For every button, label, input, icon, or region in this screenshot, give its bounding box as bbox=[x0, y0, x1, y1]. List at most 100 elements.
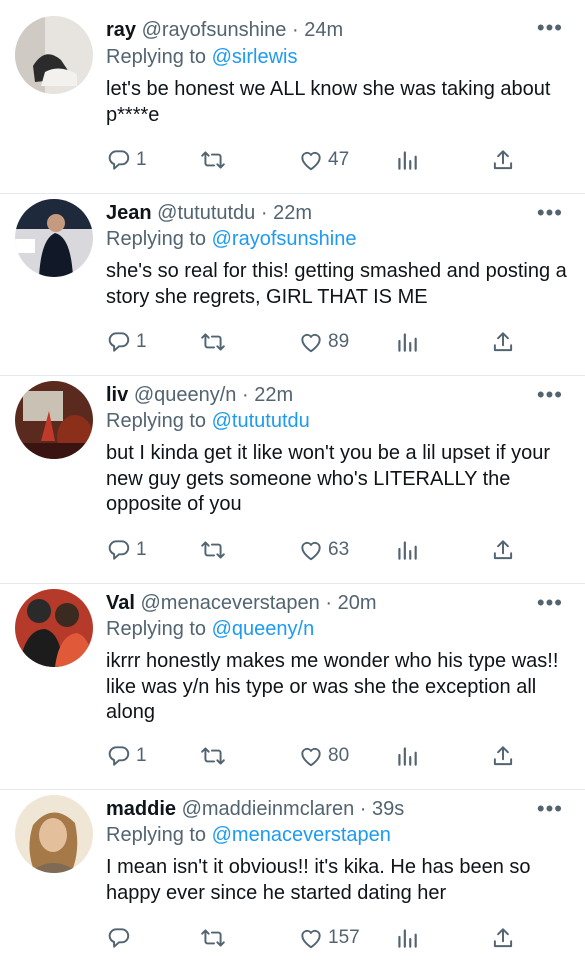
like-icon bbox=[298, 537, 324, 563]
like-button[interactable]: 47 bbox=[298, 146, 349, 174]
like-count: 157 bbox=[328, 927, 360, 948]
share-button[interactable] bbox=[490, 924, 516, 952]
more-icon[interactable]: ••• bbox=[537, 17, 563, 39]
separator-dot: · bbox=[241, 384, 249, 406]
display-name[interactable]: ray bbox=[106, 19, 136, 41]
like-count: 63 bbox=[328, 539, 350, 560]
share-button[interactable] bbox=[490, 536, 516, 564]
tweet[interactable]: liv @queeny/n · 22m ••• Replying to @tut… bbox=[0, 376, 585, 584]
like-count: 80 bbox=[328, 745, 350, 766]
stats-icon bbox=[394, 925, 420, 951]
tweet-actions: 1 63 bbox=[106, 536, 526, 564]
share-icon bbox=[490, 537, 516, 563]
reply-count: 1 bbox=[136, 539, 147, 560]
mention-link[interactable]: @menaceverstapen bbox=[212, 824, 391, 846]
retweet-button[interactable] bbox=[200, 924, 226, 952]
share-button[interactable] bbox=[490, 742, 516, 770]
more-icon[interactable]: ••• bbox=[537, 798, 563, 820]
separator-dot: · bbox=[325, 592, 333, 614]
reply-button[interactable]: 1 bbox=[106, 742, 147, 770]
retweet-icon bbox=[200, 743, 226, 769]
share-button[interactable] bbox=[490, 146, 516, 174]
tweet[interactable]: maddie @maddieinmclaren · 39s ••• Replyi… bbox=[0, 790, 585, 960]
tweet-actions: 1 89 bbox=[106, 328, 526, 356]
retweet-button[interactable] bbox=[200, 328, 226, 356]
replying-to-label: Replying to bbox=[106, 824, 207, 846]
reply-icon bbox=[106, 925, 132, 951]
display-name[interactable]: liv bbox=[106, 384, 128, 406]
timestamp[interactable]: 39s bbox=[372, 798, 404, 820]
retweet-button[interactable] bbox=[200, 536, 226, 564]
more-icon[interactable]: ••• bbox=[537, 202, 563, 224]
avatar[interactable] bbox=[15, 199, 93, 277]
like-button[interactable]: 89 bbox=[298, 328, 349, 356]
separator-dot: · bbox=[291, 19, 299, 41]
display-name[interactable]: Jean bbox=[106, 202, 152, 224]
share-icon bbox=[490, 925, 516, 951]
like-count: 47 bbox=[328, 149, 350, 170]
reply-button[interactable]: 1 bbox=[106, 328, 147, 356]
tweet[interactable]: Val @menaceverstapen · 20m ••• Replying … bbox=[0, 584, 585, 790]
avatar[interactable] bbox=[15, 16, 93, 94]
like-button[interactable]: 63 bbox=[298, 536, 349, 564]
user-handle[interactable]: @menaceverstapen bbox=[140, 592, 319, 614]
like-icon bbox=[298, 329, 324, 355]
reply-icon bbox=[106, 147, 132, 173]
user-handle[interactable]: @tutututdu bbox=[157, 202, 255, 224]
more-icon[interactable]: ••• bbox=[537, 384, 563, 406]
mention-link[interactable]: @queeny/n bbox=[212, 618, 315, 640]
timestamp[interactable]: 22m bbox=[254, 384, 293, 406]
reply-count: 1 bbox=[136, 331, 147, 352]
replying-to-label: Replying to bbox=[106, 618, 207, 640]
timestamp[interactable]: 22m bbox=[273, 202, 312, 224]
reply-icon bbox=[106, 743, 132, 769]
display-name[interactable]: maddie bbox=[106, 798, 176, 820]
retweet-button[interactable] bbox=[200, 742, 226, 770]
reply-icon bbox=[106, 537, 132, 563]
reply-button[interactable] bbox=[106, 924, 136, 952]
retweet-icon bbox=[200, 147, 226, 173]
reply-button[interactable]: 1 bbox=[106, 146, 147, 174]
mention-link[interactable]: @tutututdu bbox=[212, 410, 310, 432]
tweet-header: Val @menaceverstapen · 20m bbox=[106, 590, 376, 616]
avatar[interactable] bbox=[15, 381, 93, 459]
tweet[interactable]: ray @rayofsunshine · 24m ••• Replying to… bbox=[0, 0, 585, 194]
user-handle[interactable]: @rayofsunshine bbox=[142, 19, 287, 41]
retweet-button[interactable] bbox=[200, 146, 226, 174]
retweet-icon bbox=[200, 329, 226, 355]
timestamp[interactable]: 24m bbox=[304, 19, 343, 41]
reply-count: 1 bbox=[136, 745, 147, 766]
user-handle[interactable]: @queeny/n bbox=[134, 384, 237, 406]
share-button[interactable] bbox=[490, 328, 516, 356]
tweet-text: ikrrr honestly makes me wonder who his t… bbox=[106, 650, 559, 723]
reply-thread: ray @rayofsunshine · 24m ••• Replying to… bbox=[0, 0, 585, 960]
reply-button[interactable]: 1 bbox=[106, 536, 147, 564]
avatar[interactable] bbox=[15, 795, 93, 873]
like-button[interactable]: 80 bbox=[298, 742, 349, 770]
mention-link[interactable]: @sirlewis bbox=[212, 46, 298, 68]
stats-button[interactable] bbox=[394, 924, 420, 952]
stats-button[interactable] bbox=[394, 742, 420, 770]
retweet-icon bbox=[200, 925, 226, 951]
reply-icon bbox=[106, 329, 132, 355]
tweet-text: I mean isn't it obvious!! it's kika. He … bbox=[106, 856, 531, 904]
stats-button[interactable] bbox=[394, 146, 420, 174]
stats-button[interactable] bbox=[394, 328, 420, 356]
avatar[interactable] bbox=[15, 589, 93, 667]
display-name[interactable]: Val bbox=[106, 592, 135, 614]
more-icon[interactable]: ••• bbox=[537, 592, 563, 614]
stats-button[interactable] bbox=[394, 536, 420, 564]
replying-to-label: Replying to bbox=[106, 410, 207, 432]
tweet-header: liv @queeny/n · 22m bbox=[106, 382, 293, 408]
replying-to-label: Replying to bbox=[106, 46, 207, 68]
tweet-header: maddie @maddieinmclaren · 39s bbox=[106, 796, 404, 822]
like-icon bbox=[298, 743, 324, 769]
tweet[interactable]: Jean @tutututdu · 22m ••• Replying to @r… bbox=[0, 194, 585, 376]
share-icon bbox=[490, 743, 516, 769]
timestamp[interactable]: 20m bbox=[338, 592, 377, 614]
mention-link[interactable]: @rayofsunshine bbox=[212, 228, 357, 250]
user-handle[interactable]: @maddieinmclaren bbox=[182, 798, 355, 820]
like-button[interactable]: 157 bbox=[298, 924, 360, 952]
tweet-actions: 1 80 bbox=[106, 742, 526, 770]
like-count: 89 bbox=[328, 331, 350, 352]
